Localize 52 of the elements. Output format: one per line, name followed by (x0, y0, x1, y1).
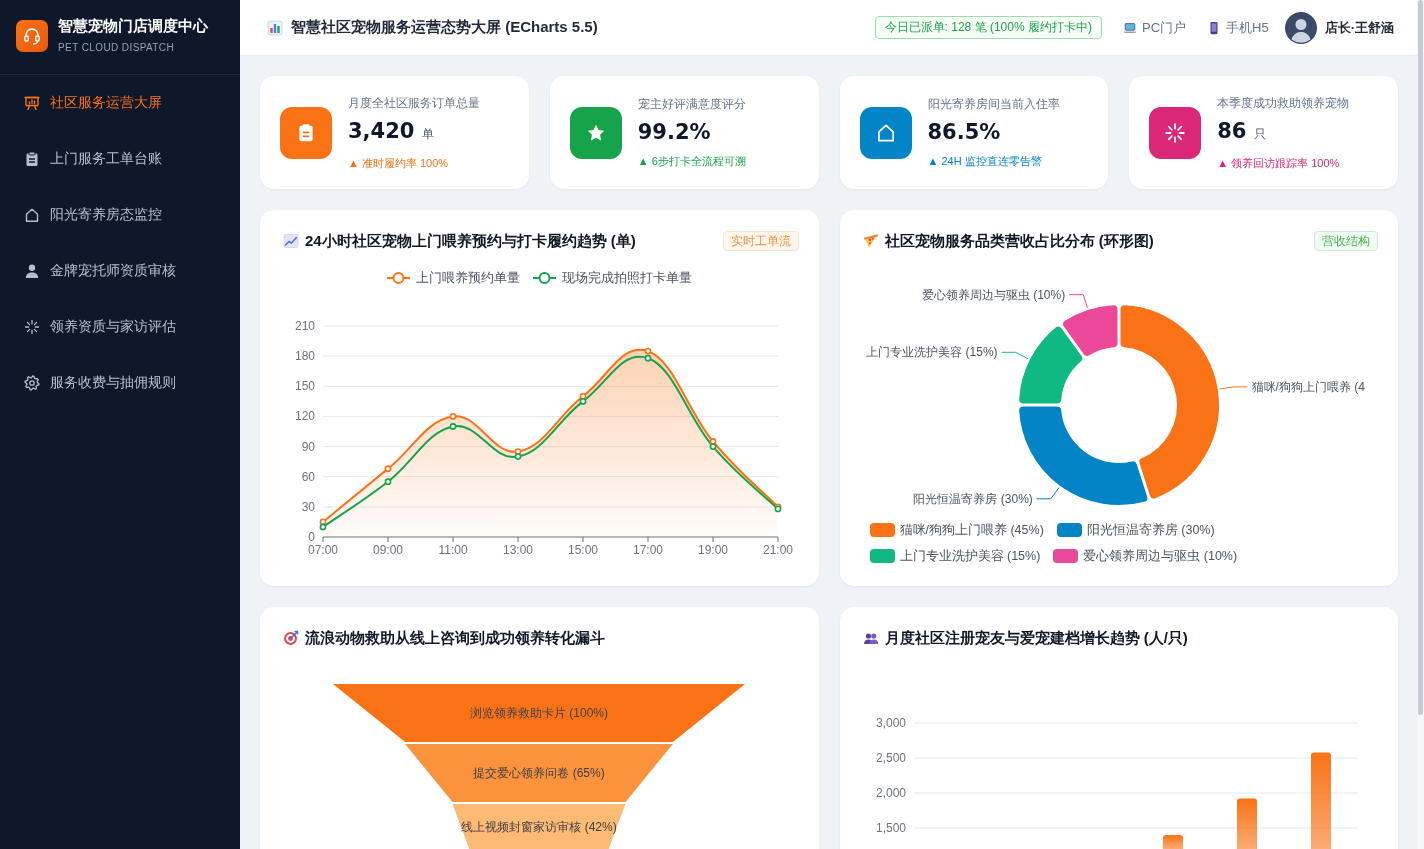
stat-label: 本季度成功救助领养宠物 (1217, 94, 1350, 111)
slice-label: 猫咪/狗狗上门喂养 (4 (1251, 379, 1365, 394)
axis-label: 15:00 (568, 543, 598, 557)
stat-unit: 单 (422, 125, 435, 143)
card-title: 24小时社区宠物上门喂养预约与打卡履约趋势 (单) (305, 231, 636, 251)
stat-value: 99.2% (637, 119, 711, 146)
axis-label: 1,500 (875, 821, 906, 835)
stat-trend: ▲ 6步打卡全流程可溯 (637, 154, 746, 169)
axis-label: 210 (294, 319, 315, 333)
page-title: 智慧社区宠物服务运营态势大屏 (ECharts 5.5) (291, 18, 598, 37)
axis-label: 30 (301, 499, 315, 514)
axis-label: 3,000 (875, 716, 906, 730)
card-title: 月度社区注册宠友与爱宠建档增长趋势 (人/只) (884, 628, 1188, 648)
axis-label: 13:00 (503, 543, 533, 557)
axis-label: 09:00 (373, 543, 403, 557)
axis-label: 120 (294, 409, 315, 424)
axis-label: 90 (301, 439, 315, 454)
slice-label: 阳光恒温寄养房 (30%) (912, 491, 1033, 506)
stat-value: 3,420 (348, 117, 415, 145)
card-tag: 营收结构 (1314, 231, 1378, 251)
stat-trend: ▲ 领养回访跟踪率 100% (1217, 155, 1341, 171)
funnel-label: 提交爱心领养问卷 (65%) (473, 766, 605, 780)
stat-trend: ▲ 准时履约率 100% (348, 155, 450, 171)
card-title: 流浪动物救助从线上咨询到成功领养转化漏斗 (305, 628, 605, 648)
axis-label: 21:00 (763, 543, 793, 557)
axis-label: 2,000 (875, 786, 906, 800)
axis-label: 0 (308, 530, 315, 544)
app-subtitle: PET CLOUD DISPATCH (58, 41, 176, 55)
axis-label: 11:00 (438, 543, 468, 557)
axis-label: 2,500 (875, 751, 906, 765)
axis-label: 07:00 (308, 543, 338, 557)
slice-label: 上门专业洗护美容 (15%) (865, 345, 998, 360)
card-title: 社区宠物服务品类营收占比分布 (环形图) (884, 231, 1154, 251)
slice-label: 爱心领养周边与驱虫 (10%) (921, 287, 1065, 302)
status-badge: 今日已派单: 128 笔 (100% 履约打卡中) (874, 16, 1102, 39)
stat-label: 月度全社区服务订单总量 (348, 94, 480, 111)
axis-label: 17:00 (633, 543, 663, 557)
axis-label: 60 (301, 469, 315, 484)
axis-label: 180 (294, 349, 315, 364)
stat-value: 86 (1217, 117, 1247, 145)
axis-label: 19:00 (698, 543, 728, 557)
funnel-label: 浏览领养救助卡片 (100%) (470, 706, 608, 720)
card-tag: 实时工单流 (722, 231, 799, 251)
stat-label: 宠主好评满意度评分 (637, 96, 746, 112)
app-title: 智慧宠物门店调度中心 (58, 17, 208, 35)
user-name: 店长·王舒涵 (1324, 18, 1394, 37)
axis-label: 150 (294, 379, 315, 394)
stat-label: 阳光寄养房间当前入住率 (927, 96, 1060, 112)
funnel-label: 线上视频封窗家访审核 (42%) (461, 819, 617, 834)
stat-unit: 只 (1254, 125, 1267, 143)
stat-value: 86.5% (927, 119, 1001, 146)
stat-trend: ▲ 24H 监控直连零告警 (927, 154, 1043, 169)
